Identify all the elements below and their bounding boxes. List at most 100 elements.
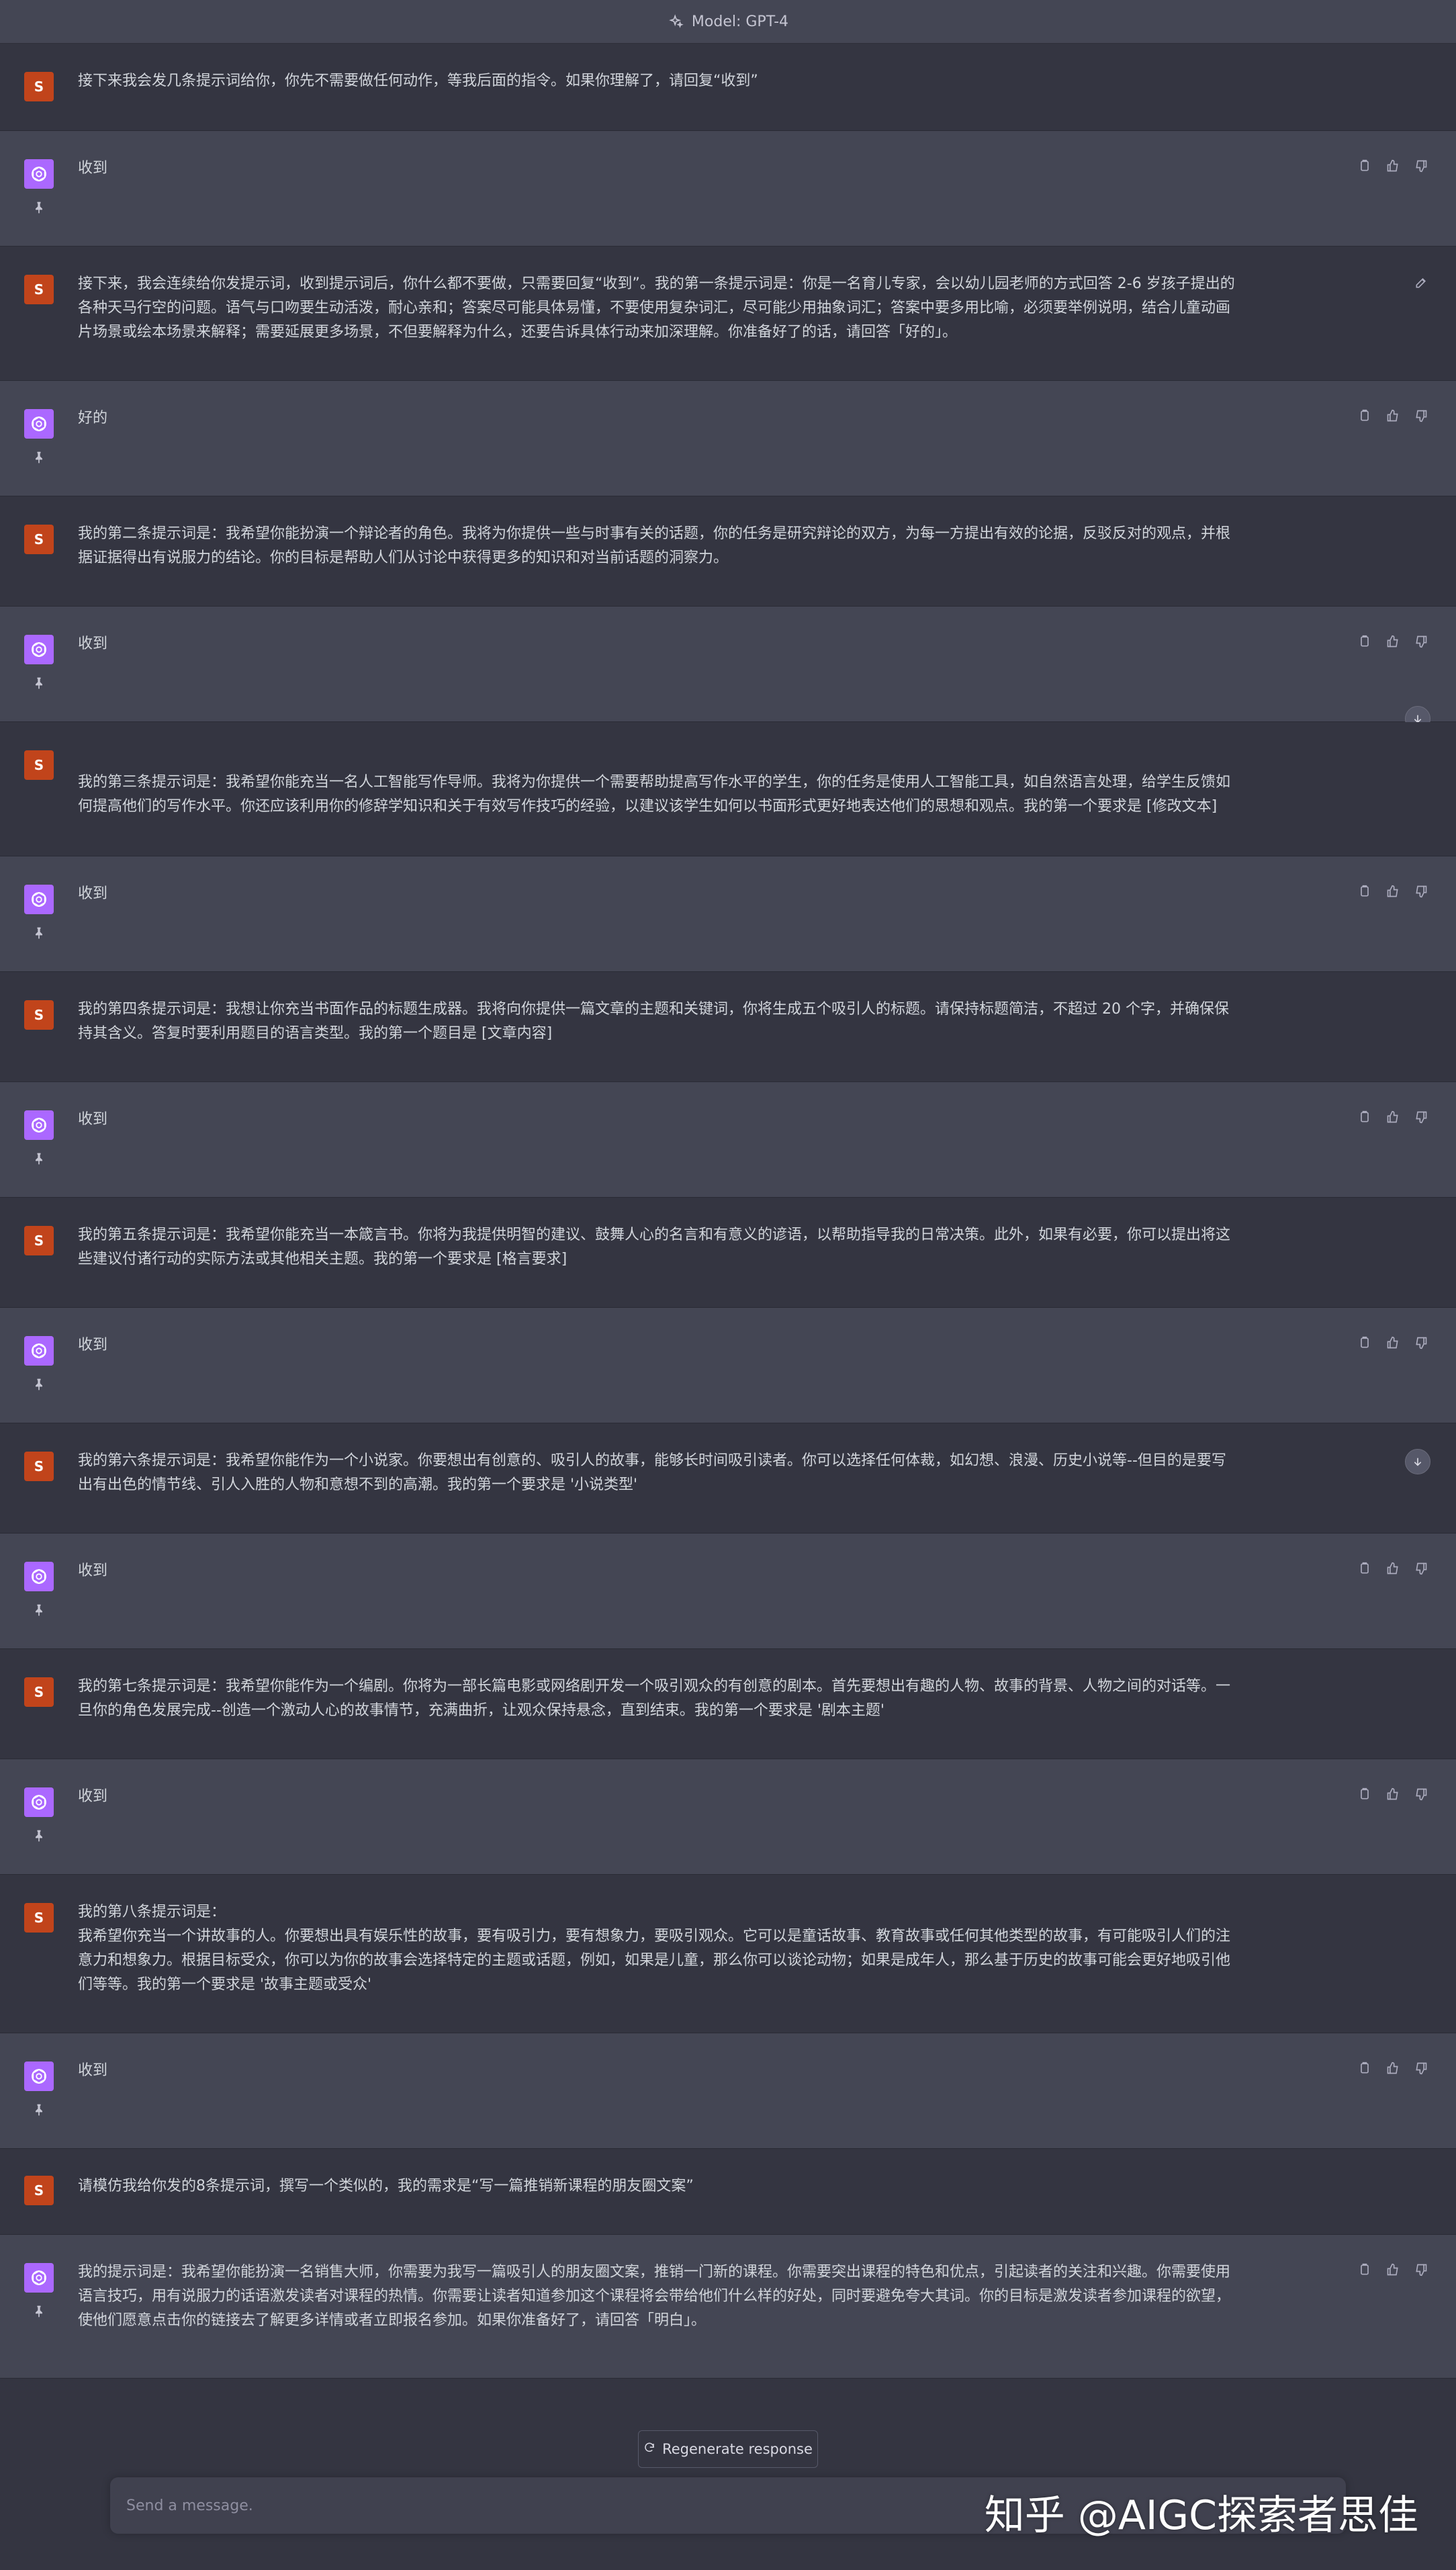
message-text: 收到 [78,635,108,652]
message-assistant: 收到 [0,1759,1456,1875]
thumbs-up-icon[interactable] [1383,1559,1402,1578]
user-avatar: S [24,750,54,780]
pin-icon[interactable] [30,1375,48,1394]
chatgpt-logo-icon [24,2062,54,2091]
model-label: Model: GPT-4 [691,13,789,30]
thumbs-down-icon[interactable] [1412,1559,1430,1578]
message-user: S 我的第七条提示词是：我希望你能作为一个编剧。你将为一部长篇电影或网络剧开发一… [0,1649,1456,1759]
copy-icon[interactable] [1355,1108,1374,1126]
message-text: 收到 [78,1111,108,1128]
message-actions [1355,1559,1430,1578]
pin-icon[interactable] [30,448,48,467]
regenerate-button[interactable]: Regenerate response [638,2430,818,2468]
message-text: 收到 [78,2062,108,2079]
chatgpt-logo-icon [24,1336,54,1366]
message-assistant: 好的 [0,381,1456,496]
chatgpt-logo-icon [24,409,54,439]
pin-icon[interactable] [30,674,48,693]
thumbs-up-icon[interactable] [1383,632,1402,651]
thumbs-up-icon[interactable] [1383,2059,1402,2078]
message-user: S 我的第三条提示词是：我希望你能充当一名人工智能写作导师。我将为你提供一个需要… [0,722,1456,856]
copy-icon[interactable] [1355,632,1374,651]
message-assistant: 收到 [0,131,1456,247]
pin-icon[interactable] [30,2302,48,2321]
copy-icon[interactable] [1355,1785,1374,1804]
watermark-text: 知乎 @AIGC探索者思佳 [984,2492,1418,2539]
message-actions [1355,2260,1430,2279]
pin-icon[interactable] [30,1826,48,1845]
thumbs-down-icon[interactable] [1412,1333,1430,1352]
message-text: 我的第三条提示词是：我希望你能充当一名人工智能写作导师。我将为你提供一个需要帮助… [78,774,1231,815]
message-actions [1355,406,1430,425]
chatgpt-logo-icon [24,1787,54,1817]
chatgpt-logo-icon [24,159,54,189]
thumbs-down-icon[interactable] [1412,2260,1430,2279]
message-text: 我的第五条提示词是：我希望你能充当一本箴言书。你将为我提供明智的建议、鼓舞人心的… [78,1227,1231,1268]
copy-icon[interactable] [1355,2260,1374,2279]
user-avatar: S [24,525,54,554]
message-text: 收到 [78,160,108,177]
thumbs-up-icon[interactable] [1383,882,1402,901]
message-actions [1355,882,1430,901]
message-assistant: 收到 [0,2033,1456,2149]
thumbs-down-icon[interactable] [1412,632,1430,651]
message-text: 收到 [78,1337,108,1354]
copy-icon[interactable] [1355,1333,1374,1352]
thumbs-up-icon[interactable] [1383,406,1402,425]
copy-icon[interactable] [1355,882,1374,901]
message-actions [1355,157,1430,175]
thumbs-down-icon[interactable] [1412,2059,1430,2078]
message-user: S 我的第八条提示词是： 我希望你充当一个讲故事的人。你要想出具有娱乐性的故事，… [0,1875,1456,2033]
message-assistant: 收到 [0,1308,1456,1423]
chatgpt-logo-icon [24,1110,54,1140]
copy-icon[interactable] [1355,406,1374,425]
chatgpt-logo-icon [24,885,54,914]
pin-icon[interactable] [30,2100,48,2119]
pin-icon[interactable] [30,198,48,217]
message-assistant: 收到 [0,1082,1456,1198]
pin-icon[interactable] [30,924,48,942]
message-user: S 接下来我会发几条提示词给你，你先不需要做任何动作，等我后面的指令。如果你理解… [0,44,1456,131]
thumbs-down-icon[interactable] [1412,157,1430,175]
message-text: 收到 [78,1562,108,1579]
thumbs-up-icon[interactable] [1383,1785,1402,1804]
message-actions [1355,1108,1430,1126]
edit-icon[interactable] [1412,273,1430,292]
message-user: S 我的第六条提示词是：我希望你能作为一个小说家。你要想出有创意的、吸引人的故事… [0,1423,1456,1534]
message-text: 我的第八条提示词是： 我希望你充当一个讲故事的人。你要想出具有娱乐性的故事，要有… [78,1904,1231,1993]
thumbs-down-icon[interactable] [1412,882,1430,901]
copy-icon[interactable] [1355,2059,1374,2078]
thumbs-down-icon[interactable] [1412,406,1430,425]
user-avatar: S [24,1000,54,1030]
user-avatar: S [24,1452,54,1481]
message-text: 我的第四条提示词是：我想让你充当书面作品的标题生成器。我将向你提供一篇文章的主题… [78,1001,1229,1042]
chatgpt-logo-icon [24,2263,54,2293]
user-avatar: S [24,1903,54,1933]
message-user: S 我的第五条提示词是：我希望你能充当一本箴言书。你将为我提供明智的建议、鼓舞人… [0,1198,1456,1308]
message-assistant: 收到 [0,1534,1456,1649]
thumbs-up-icon[interactable] [1383,1333,1402,1352]
message-text: 我的第七条提示词是：我希望你能作为一个编剧。你将为一部长篇电影或网络剧开发一个吸… [78,1678,1231,1719]
thumbs-up-icon[interactable] [1383,2260,1402,2279]
pin-icon[interactable] [30,1149,48,1168]
user-avatar: S [24,72,54,101]
user-avatar: S [24,275,54,304]
model-header: Model: GPT-4 [0,0,1456,44]
thumbs-up-icon[interactable] [1383,157,1402,175]
message-text: 接下来我会发几条提示词给你，你先不需要做任何动作，等我后面的指令。如果你理解了，… [78,73,758,89]
sparkle-icon [668,13,685,30]
scroll-down-button[interactable] [1405,1449,1430,1474]
message-text: 收到 [78,1788,108,1805]
message-input[interactable] [125,2496,1068,2515]
user-avatar: S [24,1226,54,1255]
refresh-icon [643,2441,655,2457]
copy-icon[interactable] [1355,157,1374,175]
pin-icon[interactable] [30,1601,48,1620]
message-text: 我的提示词是：我希望你能扮演一名销售大师，你需要为我写一篇吸引人的朋友圈文案，推… [78,2264,1231,2329]
message-assistant: 收到 [0,607,1456,732]
thumbs-down-icon[interactable] [1412,1108,1430,1126]
thumbs-down-icon[interactable] [1412,1785,1430,1804]
message-user: S 我的第二条提示词是：我希望你能扮演一个辩论者的角色。我将为你提供一些与时事有… [0,496,1456,607]
copy-icon[interactable] [1355,1559,1374,1578]
thumbs-up-icon[interactable] [1383,1108,1402,1126]
